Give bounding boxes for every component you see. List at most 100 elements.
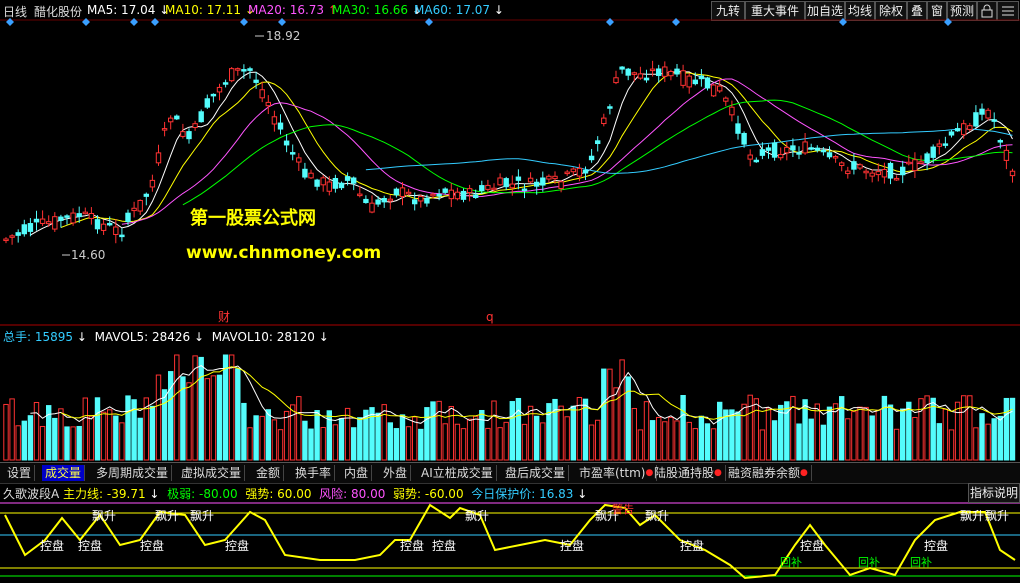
volume-bar[interactable] bbox=[3, 403, 9, 461]
tab-after-hours-volume[interactable]: 盘后成交量 bbox=[502, 465, 570, 481]
candle-body[interactable] bbox=[216, 86, 223, 93]
volume-bar[interactable] bbox=[247, 427, 253, 461]
volume-bar[interactable] bbox=[149, 405, 156, 461]
volume-bar[interactable] bbox=[320, 426, 326, 461]
volume-bar[interactable] bbox=[369, 407, 375, 461]
candle-body[interactable] bbox=[826, 152, 833, 158]
indicator-name[interactable]: 久歌波段A bbox=[3, 487, 59, 501]
volume-bar[interactable] bbox=[747, 394, 753, 461]
volume-bar[interactable] bbox=[125, 395, 131, 461]
volume-bar[interactable] bbox=[222, 354, 229, 461]
candle-body[interactable] bbox=[686, 75, 692, 88]
candle-body[interactable] bbox=[320, 177, 326, 186]
volume-bar[interactable] bbox=[192, 355, 198, 461]
candle-body[interactable] bbox=[857, 164, 863, 169]
candle-body[interactable] bbox=[967, 125, 973, 130]
candle-body[interactable] bbox=[710, 84, 717, 97]
volume-bar[interactable] bbox=[76, 425, 82, 461]
volume-bar[interactable] bbox=[283, 410, 290, 461]
tab-hk-connect[interactable]: 陆股通持股● bbox=[651, 465, 726, 481]
candle-body[interactable] bbox=[351, 177, 357, 184]
candle-body[interactable] bbox=[631, 72, 637, 75]
volume-bar[interactable] bbox=[15, 425, 21, 461]
volume-bar[interactable] bbox=[412, 416, 418, 461]
candle-body[interactable] bbox=[33, 218, 40, 223]
tab-volume[interactable]: 成交量 bbox=[42, 465, 86, 481]
volume-bar[interactable] bbox=[997, 415, 1003, 461]
diamond-marker[interactable] bbox=[839, 18, 847, 26]
candle-body[interactable] bbox=[302, 168, 308, 178]
candle-body[interactable] bbox=[76, 213, 82, 218]
candle-body[interactable] bbox=[363, 198, 369, 204]
candle-body[interactable] bbox=[973, 112, 979, 127]
volume-bar[interactable] bbox=[229, 354, 235, 461]
candle-body[interactable] bbox=[723, 97, 729, 102]
volume-bar[interactable] bbox=[88, 415, 95, 461]
candle-body[interactable] bbox=[442, 188, 448, 193]
tab-multi-period-volume[interactable]: 多周期成交量 bbox=[93, 465, 173, 481]
candle-body[interactable] bbox=[643, 77, 650, 81]
candle-body[interactable] bbox=[741, 132, 747, 145]
candle-body[interactable] bbox=[607, 106, 613, 109]
candle-body[interactable] bbox=[735, 123, 741, 134]
candle-body[interactable] bbox=[204, 98, 211, 108]
volume-bar[interactable] bbox=[357, 417, 363, 461]
volume-bar[interactable] bbox=[277, 429, 284, 461]
candle-body[interactable] bbox=[808, 147, 814, 150]
tab-virtual-volume[interactable]: 虚拟成交量 bbox=[178, 465, 246, 481]
volume-bar[interactable] bbox=[210, 375, 217, 461]
candle-body[interactable] bbox=[15, 232, 21, 236]
volume-bar[interactable] bbox=[296, 396, 302, 461]
candle-body[interactable] bbox=[509, 183, 516, 189]
candle-body[interactable] bbox=[52, 216, 58, 230]
candle-body[interactable] bbox=[27, 223, 34, 232]
candle-body[interactable] bbox=[582, 169, 589, 174]
candle-body[interactable] bbox=[155, 152, 162, 164]
volume-bar[interactable] bbox=[839, 396, 845, 461]
volume-bar[interactable] bbox=[808, 418, 814, 461]
candle-body[interactable] bbox=[893, 177, 900, 181]
candle-body[interactable] bbox=[210, 93, 217, 97]
volume-bar[interactable] bbox=[430, 401, 436, 461]
candle-body[interactable] bbox=[906, 161, 912, 165]
candle-body[interactable] bbox=[94, 219, 101, 230]
volume-bar[interactable] bbox=[1009, 397, 1016, 461]
candle-body[interactable] bbox=[119, 234, 125, 238]
volume-bar[interactable] bbox=[900, 408, 906, 461]
candle-body[interactable] bbox=[656, 68, 662, 76]
event-markers[interactable] bbox=[6, 18, 952, 26]
volume-bar[interactable] bbox=[631, 407, 637, 461]
volume-bar[interactable] bbox=[399, 414, 406, 461]
volume-bar[interactable] bbox=[58, 408, 64, 461]
candle-body[interactable] bbox=[759, 149, 766, 156]
volume-bar[interactable] bbox=[881, 395, 888, 461]
candle-body[interactable] bbox=[912, 159, 918, 172]
tab-ai-volume[interactable]: AI立桩成交量 bbox=[418, 465, 497, 481]
candle-body[interactable] bbox=[887, 162, 894, 179]
volume-bar[interactable] bbox=[137, 417, 143, 461]
volume-bar[interactable] bbox=[552, 398, 558, 461]
volume-bar[interactable] bbox=[662, 421, 668, 461]
candle-body[interactable] bbox=[875, 171, 881, 176]
finance-marker[interactable]: 财 bbox=[218, 310, 230, 324]
diamond-marker[interactable] bbox=[130, 18, 138, 26]
volume-bar[interactable] bbox=[473, 415, 479, 461]
candle-body[interactable] bbox=[259, 89, 265, 99]
candle-body[interactable] bbox=[851, 161, 857, 170]
volume-bar[interactable] bbox=[326, 410, 333, 461]
volume-bar[interactable] bbox=[387, 422, 394, 461]
candle-body[interactable] bbox=[576, 167, 583, 177]
candle-body[interactable] bbox=[985, 109, 991, 119]
tab-inner[interactable]: 内盘 bbox=[341, 465, 373, 481]
volume-bar[interactable] bbox=[290, 404, 296, 461]
volume-bar[interactable] bbox=[204, 378, 211, 461]
candle-body[interactable] bbox=[82, 211, 88, 215]
volume-bar[interactable] bbox=[649, 420, 656, 461]
candle-body[interactable] bbox=[149, 179, 156, 188]
volume-bar[interactable] bbox=[619, 359, 625, 461]
volume-bar[interactable] bbox=[540, 422, 546, 461]
candle-body[interactable] bbox=[778, 154, 784, 159]
volume-bar[interactable] bbox=[375, 412, 381, 461]
volume-bar[interactable] bbox=[961, 395, 967, 461]
candle-body[interactable] bbox=[107, 222, 113, 226]
